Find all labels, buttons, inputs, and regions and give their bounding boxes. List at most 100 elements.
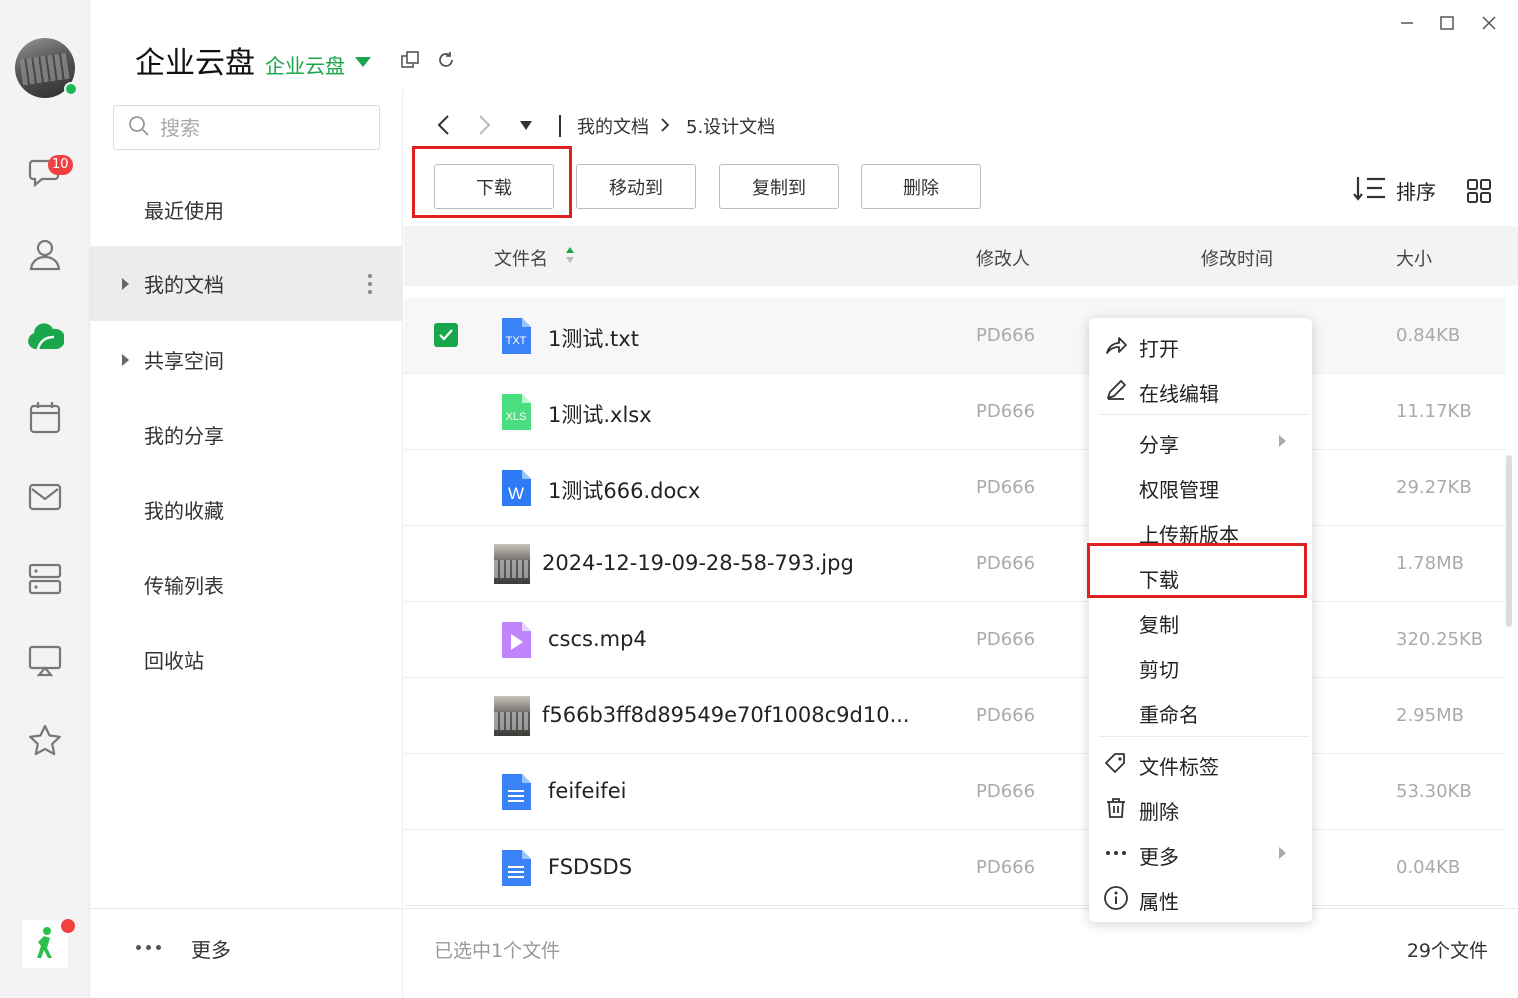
menu-item-permissions[interactable]: 权限管理 (1089, 463, 1312, 508)
download-button[interactable]: 下载 (434, 164, 554, 209)
table-row[interactable]: cscs.mp4 PD666 320.25KB (404, 602, 1506, 678)
sort-arrows-icon[interactable] (565, 245, 575, 265)
sidebar-item-transfers[interactable]: 传输列表 (90, 547, 402, 622)
close-icon[interactable] (1474, 8, 1504, 38)
popout-icon[interactable] (400, 50, 422, 72)
menu-item-properties[interactable]: 属性 (1089, 875, 1312, 920)
table-row[interactable]: feifeifei PD666 53.30KB (404, 754, 1506, 830)
table-row[interactable]: TXT 1测试.txt PD666 0.84KB (404, 298, 1506, 374)
file-name: feifeifei (548, 779, 627, 803)
submenu-arrow-icon (1279, 435, 1286, 447)
trash-icon (1103, 795, 1129, 821)
server-icon[interactable] (26, 560, 64, 598)
row-checkbox[interactable] (434, 323, 458, 347)
status-bar: 已选中1个文件 29个文件 (404, 908, 1518, 986)
svg-text:XLS: XLS (506, 411, 527, 423)
expand-arrow-icon[interactable] (122, 277, 129, 290)
video-file-icon (499, 620, 533, 660)
calendar-icon[interactable] (26, 398, 64, 436)
sidebar-item-favorites[interactable]: 我的收藏 (90, 472, 402, 547)
search-box[interactable] (113, 105, 380, 150)
table-row[interactable]: XLS 1测试.xlsx PD666 11.17KB (404, 374, 1506, 450)
minimize-icon[interactable] (1392, 8, 1422, 38)
screen-share-icon[interactable] (26, 641, 64, 679)
scrollbar[interactable] (1506, 455, 1512, 627)
menu-item-rename[interactable]: 重命名 (1089, 688, 1312, 733)
menu-item-label: 剪切 (1139, 658, 1179, 682)
word-file-icon: W (499, 468, 533, 508)
table-row[interactable]: f566b3ff8d89549e70f1008c9d10... PD666 2.… (404, 678, 1506, 754)
caret-down-icon[interactable] (355, 57, 371, 67)
file-name: f566b3ff8d89549e70f1008c9d10... (542, 703, 910, 727)
menu-item-label: 上传新版本 (1139, 523, 1239, 547)
menu-item-copy[interactable]: 复制 (1089, 598, 1312, 643)
chevron-right-icon (659, 117, 671, 137)
sidebar-item-label: 我的文档 (144, 273, 224, 297)
more-vertical-icon[interactable] (368, 273, 372, 294)
refresh-icon[interactable] (436, 50, 458, 72)
sidebar-item-shared-space[interactable]: 共享空间 (90, 322, 402, 397)
image-thumbnail (494, 544, 530, 584)
history-dropdown-icon[interactable] (517, 113, 541, 137)
sidebar-item-label: 我的收藏 (144, 499, 224, 523)
table-row[interactable]: FSDSDS PD666 0.04KB (404, 830, 1506, 906)
file-size: 53.30KB (1396, 781, 1472, 802)
file-name: 1测试.txt (548, 327, 639, 351)
move-to-button[interactable]: 移动到 (576, 164, 696, 209)
space-selector[interactable]: 企业云盘 (265, 50, 345, 79)
breadcrumb-root[interactable]: 我的文档 (577, 113, 649, 139)
table-row[interactable]: 2024-12-19-09-28-58-793.jpg PD666 1.78MB (404, 526, 1506, 602)
menu-item-open[interactable]: 打开 (1089, 322, 1312, 367)
sidebar-item-my-docs[interactable]: 我的文档 (90, 246, 402, 321)
file-modifier: PD666 (976, 705, 1036, 726)
menu-item-share[interactable]: 分享 (1089, 418, 1312, 463)
menu-item-label: 属性 (1139, 890, 1179, 914)
menu-divider (1099, 414, 1309, 415)
copy-to-button[interactable]: 复制到 (719, 164, 839, 209)
breadcrumb-current[interactable]: 5.设计文档 (686, 113, 775, 139)
expand-arrow-icon[interactable] (122, 353, 129, 366)
sort-icon (1352, 174, 1388, 207)
menu-item-online-edit[interactable]: 在线编辑 (1089, 367, 1312, 412)
contacts-icon[interactable] (26, 235, 64, 273)
star-icon[interactable] (26, 722, 64, 760)
app-header: 企业云盘 企业云盘 (135, 38, 371, 82)
table-row[interactable]: W 1测试666.docx PD666 29.27KB (404, 450, 1506, 526)
file-size: 29.27KB (1396, 477, 1472, 498)
menu-item-download[interactable]: 下载 (1089, 553, 1312, 598)
forward-arrow-icon[interactable] (474, 113, 498, 137)
grid-view-icon[interactable] (1465, 177, 1493, 209)
menu-item-cut[interactable]: 剪切 (1089, 643, 1312, 688)
column-header-name[interactable]: 文件名 (494, 245, 548, 271)
submenu-arrow-icon (1279, 847, 1286, 859)
sidebar-item-label: 我的分享 (144, 424, 224, 448)
menu-item-label: 文件标签 (1139, 755, 1219, 779)
file-modifier: PD666 (976, 477, 1036, 498)
menu-item-delete[interactable]: 删除 (1089, 785, 1312, 830)
menu-item-more[interactable]: 更多 (1089, 830, 1312, 875)
back-arrow-icon[interactable] (434, 113, 458, 137)
maximize-icon[interactable] (1432, 8, 1462, 38)
sidebar-more-button[interactable]: 更多 (90, 908, 402, 998)
column-header-modifier[interactable]: 修改人 (976, 245, 1030, 271)
search-input[interactable] (160, 115, 360, 140)
sort-button[interactable]: 排序 (1352, 174, 1436, 207)
menu-item-file-tag[interactable]: 文件标签 (1089, 740, 1312, 785)
breadcrumb: 我的文档 5.设计文档 (404, 105, 1504, 145)
column-header-size[interactable]: 大小 (1396, 245, 1432, 271)
sidebar-item-my-shares[interactable]: 我的分享 (90, 397, 402, 472)
sidebar-item-recycle-bin[interactable]: 回收站 (90, 622, 402, 697)
mail-icon[interactable] (26, 478, 64, 516)
sidebar-item-label: 最近使用 (144, 199, 224, 223)
file-modifier: PD666 (976, 325, 1036, 346)
left-rail: 10 (0, 0, 90, 998)
menu-item-upload-new-version[interactable]: 上传新版本 (1089, 508, 1312, 553)
more-dots-icon (136, 945, 161, 950)
delete-button[interactable]: 删除 (861, 164, 981, 209)
file-size: 0.84KB (1396, 325, 1461, 346)
sidebar-item-recent[interactable]: 最近使用 (90, 172, 402, 247)
column-header-modified-time[interactable]: 修改时间 (1201, 245, 1273, 271)
menu-item-label: 更多 (1139, 845, 1179, 869)
file-size: 2.95MB (1396, 705, 1464, 726)
cloud-disk-icon[interactable] (26, 317, 64, 355)
